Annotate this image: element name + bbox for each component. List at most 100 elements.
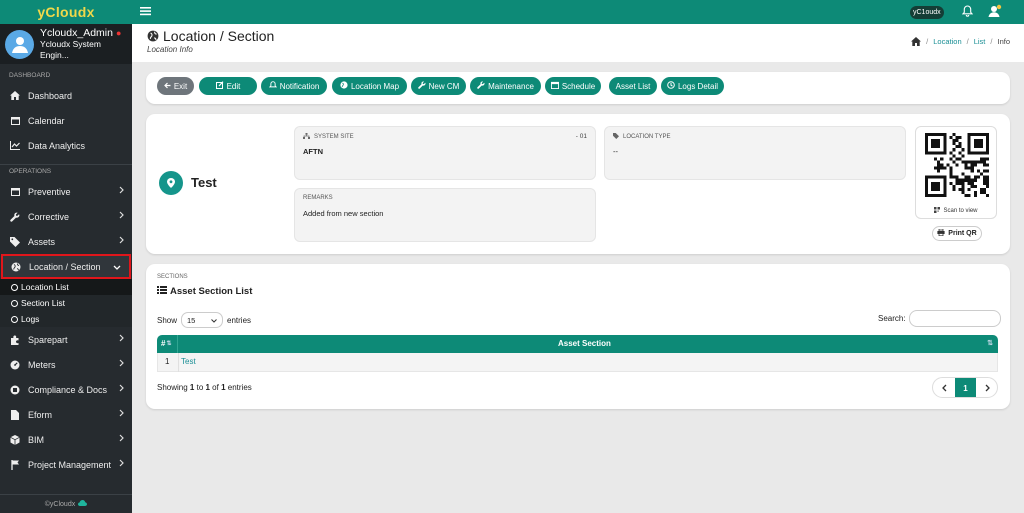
- user-avatar-icon: [11, 37, 28, 53]
- chevron-down-icon: [211, 316, 217, 325]
- sort-icon: ⇅: [987, 340, 993, 347]
- sidebar-item-preventive[interactable]: Preventive: [0, 179, 132, 204]
- map-pin-icon: [159, 171, 183, 195]
- print-icon: [937, 228, 945, 238]
- table-header: # ⇅ Asset Section ⇅: [157, 335, 998, 353]
- cube-icon: [10, 434, 20, 445]
- schedule-button[interactable]: Schedule: [545, 77, 601, 95]
- bell-icon: [268, 81, 277, 91]
- user-panel[interactable]: Ycloudx_Admin ● Ycloudx System Engin...: [0, 24, 132, 64]
- section-heading-dashboard: DASHBOARD: [9, 72, 51, 79]
- sidebar-item-compliance-docs[interactable]: Compliance & Docs: [0, 377, 132, 402]
- avatar: [5, 29, 34, 59]
- qr-code-image: [925, 133, 989, 197]
- maintenance-button[interactable]: Maintenance: [470, 77, 541, 95]
- tag-icon: [10, 236, 20, 247]
- sidebar-item-meters[interactable]: Meters: [0, 352, 132, 377]
- breadcrumb-location[interactable]: Location: [933, 37, 961, 46]
- sidebar-item-location-section[interactable]: Location / Section: [1, 254, 131, 279]
- chevron-down-icon: [113, 263, 121, 273]
- system-site-label: SYSTEM SITE: [314, 134, 354, 140]
- sidebar-subitem-logs[interactable]: Logs: [0, 311, 132, 327]
- logs-detail-button[interactable]: Logs Detail: [661, 77, 724, 95]
- sort-icon: ⇅: [166, 341, 172, 347]
- qrcode-icon: [934, 207, 941, 215]
- calendar-icon: [550, 81, 559, 91]
- online-dot-icon: ●: [115, 27, 122, 38]
- exit-button[interactable]: Exit: [157, 77, 194, 95]
- chevron-right-icon: [119, 334, 124, 344]
- chevron-right-icon: [119, 236, 124, 246]
- sidebar-subitem-section-list[interactable]: Section List: [0, 295, 132, 311]
- breadcrumb-list[interactable]: List: [974, 37, 986, 46]
- column-header-asset-section[interactable]: Asset Section: [558, 339, 611, 348]
- wrench-icon: [417, 81, 426, 91]
- table-row: 1 Test: [157, 353, 998, 372]
- sidebar-item-corrective[interactable]: Corrective: [0, 204, 132, 229]
- sidebar-item-assets[interactable]: Assets: [0, 229, 132, 254]
- chevron-right-icon: [119, 211, 124, 221]
- location-type-box: LOCATION TYPE --: [604, 126, 906, 180]
- next-page-button[interactable]: [976, 378, 997, 397]
- edit-button[interactable]: Edit: [199, 77, 257, 95]
- previous-page-button[interactable]: [933, 378, 955, 397]
- chevron-right-icon: [985, 384, 990, 394]
- page-1-button[interactable]: 1: [955, 378, 976, 397]
- location-map-button[interactable]: Location Map: [332, 77, 407, 95]
- new-cm-button[interactable]: New CM: [411, 77, 466, 95]
- page-header: Location / Section Location Info / Locat…: [132, 24, 1024, 62]
- page-title: Location / Section: [147, 28, 274, 44]
- bell-icon[interactable]: [961, 5, 974, 19]
- sidebar-subitem-location-list[interactable]: Location List: [0, 279, 132, 295]
- remarks-box: REMARKS Added from new section: [294, 188, 596, 242]
- organization-badge[interactable]: yC1oudx: [910, 6, 944, 19]
- brand-logo[interactable]: yCloudx: [0, 0, 132, 24]
- globe-icon: [340, 81, 348, 91]
- location-type-label: LOCATION TYPE: [623, 134, 671, 140]
- entries-select[interactable]: 15: [181, 312, 224, 328]
- table-title: Asset Section List: [157, 286, 252, 297]
- sidebar-footer: ©yCloudx: [0, 494, 132, 513]
- remarks-value: Added from new section: [303, 209, 384, 218]
- search-input[interactable]: [908, 310, 1001, 327]
- hamburger-menu-icon[interactable]: [140, 6, 151, 18]
- user-menu-icon[interactable]: [988, 4, 1002, 20]
- home-icon: [10, 91, 20, 100]
- sections-card: SECTIONS Asset Section List Show 15 entr…: [146, 264, 1010, 409]
- home-icon[interactable]: [911, 37, 922, 46]
- globe-icon: [147, 30, 159, 42]
- section-heading-operations: OPERATIONS: [9, 168, 52, 175]
- table-info: Showing 1 to 1 of 1 entries: [157, 383, 252, 392]
- entries-length-control: Show 15 entries: [157, 312, 251, 328]
- column-header-number[interactable]: # ⇅: [161, 339, 171, 348]
- remarks-label: REMARKS: [303, 195, 333, 201]
- asset-list-button[interactable]: Asset List: [609, 77, 657, 95]
- chevron-right-icon: [119, 384, 124, 394]
- sidebar-item-calendar[interactable]: Calendar: [0, 108, 132, 133]
- sidebar-item-sparepart[interactable]: Sparepart: [0, 327, 132, 352]
- puzzle-icon: [10, 335, 20, 345]
- book-icon: [10, 385, 20, 395]
- action-toolbar: Exit Edit Notification Location Map New …: [146, 72, 1010, 104]
- globe-icon: [11, 262, 21, 272]
- system-site-value: AFTN: [303, 147, 323, 156]
- sidebar-item-bim[interactable]: BIM: [0, 427, 132, 452]
- sidebar-item-data-analytics[interactable]: Data Analytics: [0, 133, 132, 158]
- sitemap-icon: [303, 133, 310, 141]
- sidebar: yCloudx Ycloudx_Admin ● Ycloudx System En…: [0, 0, 132, 513]
- scan-to-view-text: Scan to view: [943, 208, 978, 214]
- circle-icon: [11, 283, 18, 291]
- calendar-icon: [10, 187, 20, 196]
- wrench-icon: [10, 212, 20, 222]
- line-chart-icon: [10, 141, 20, 150]
- sidebar-item-eform[interactable]: Eform: [0, 402, 132, 427]
- edit-icon: [215, 81, 224, 91]
- breadcrumb-info: Info: [997, 37, 1010, 46]
- sidebar-item-dashboard[interactable]: Dashboard: [0, 83, 132, 108]
- print-qr-button[interactable]: Print QR: [932, 226, 982, 241]
- notification-button[interactable]: Notification: [261, 77, 327, 95]
- asset-section-link[interactable]: Test: [181, 357, 196, 366]
- sidebar-item-project-management[interactable]: Project Management: [0, 452, 132, 477]
- qr-code-box[interactable]: Scan to view: [915, 126, 997, 219]
- history-icon: [667, 81, 675, 91]
